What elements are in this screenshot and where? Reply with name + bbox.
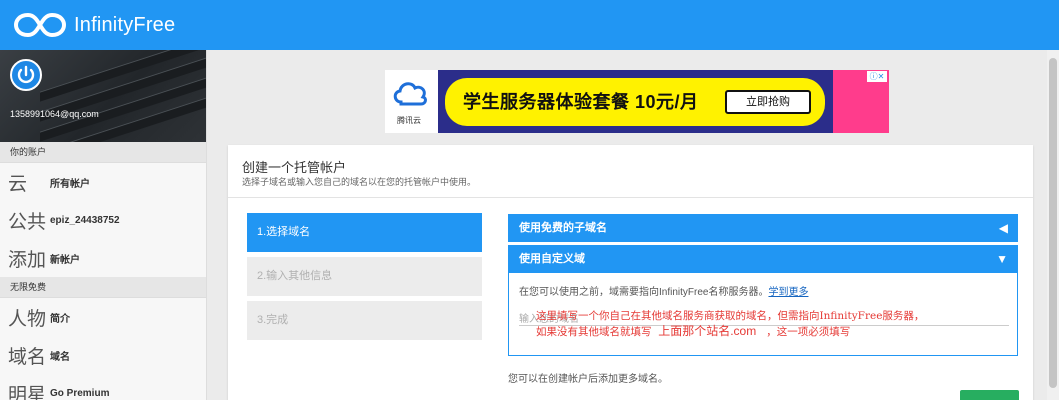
cloud-icon: 云	[8, 172, 28, 195]
power-icon	[17, 65, 35, 84]
top-navbar: InfinityFree	[0, 0, 1059, 50]
sidebar-item-label: 域名	[50, 351, 70, 363]
sidebar-item-label: 简介	[50, 313, 70, 325]
continue-button[interactable]	[960, 390, 1019, 400]
star-icon: 明星	[8, 383, 47, 400]
user-email: 1358991064@qq.com	[10, 109, 99, 119]
section-header-account: 你的账户	[0, 142, 206, 163]
sidebar-item-label: epiz_24438752	[50, 214, 120, 226]
tencent-cloud-logo-icon	[393, 82, 427, 106]
panel-title: 使用免费的子域名	[519, 222, 607, 234]
chevron-left-icon: ◀	[998, 221, 1008, 235]
sidebar-item-premium[interactable]: 明星 Go Premium	[0, 374, 206, 400]
panel-free-subdomain[interactable]: 使用免费的子域名 ◀	[508, 214, 1018, 242]
ad-brand-box: 腾讯云	[385, 70, 438, 133]
panel-title: 使用自定义域	[519, 253, 585, 265]
nameserver-info: 在您可以使用之前，域需要指向InfinityFree名称服务器。学到更多	[519, 287, 809, 298]
scrollbar-thumb[interactable]	[1049, 58, 1057, 388]
profile-banner: 1358991064@qq.com	[0, 50, 206, 142]
sidebar-item-label: 所有帐户	[50, 178, 90, 190]
red-annotation: 这里填写一个你自己在其他域名服务商获取的域名，但需指向InfinityFree服…	[536, 310, 925, 338]
scrollbar[interactable]	[1047, 50, 1059, 400]
sidebar-item-label: Go Premium	[50, 387, 110, 399]
sidebar-item-domains[interactable]: 域名 域名	[0, 336, 206, 374]
person-icon: 人物	[8, 307, 47, 330]
brand-name[interactable]: InfinityFree	[74, 14, 175, 37]
ad-buy-button[interactable]: 立即抢购	[725, 90, 811, 114]
add-icon: 添加	[8, 248, 47, 271]
sidebar-item-profile[interactable]: 人物 简介	[0, 298, 206, 336]
public-icon: 公共	[8, 210, 47, 233]
more-domains-note: 您可以在创建帐户后添加更多域名。	[508, 374, 668, 385]
learn-more-link[interactable]: 学到更多	[768, 287, 808, 298]
step-enter-info: 2.输入其他信息	[247, 257, 482, 296]
infinity-logo-icon[interactable]	[14, 11, 66, 39]
sidebar: 1358991064@qq.com 你的账户 云 所有帐户 公共 epiz_24…	[0, 50, 207, 400]
custom-domain-body: 在您可以使用之前，域需要指向InfinityFree名称服务器。学到更多 输入您…	[508, 273, 1018, 356]
divider	[228, 197, 1033, 198]
step-complete: 3.完成	[247, 301, 482, 340]
avatar[interactable]	[10, 59, 42, 91]
section-header-free: 无限免费	[0, 277, 206, 298]
create-account-card: 创建一个托管帐户 选择子域名或输入您自己的域名以在您的托管帐户中使用。 1.选择…	[228, 145, 1033, 400]
ad-headline: 学生服务器体验套餐 10元/月	[463, 92, 699, 112]
sidebar-item-account[interactable]: 公共 epiz_24438752	[0, 201, 206, 239]
page-title: 创建一个托管帐户	[242, 160, 347, 175]
page-subtitle: 选择子域名或输入您自己的域名以在您的托管帐户中使用。	[242, 177, 477, 187]
ad-close-icon[interactable]: ⓘ✕	[867, 71, 887, 82]
domain-icon: 域名	[8, 345, 47, 368]
ad-banner[interactable]: 腾讯云 学生服务器体验套餐 10元/月 立即抢购 ⓘ✕	[385, 70, 889, 133]
ad-brand-name: 腾讯云	[397, 116, 421, 125]
sidebar-item-label: 新帐户	[50, 254, 80, 266]
chevron-down-icon: ▼	[996, 252, 1008, 266]
panel-custom-domain[interactable]: 使用自定义域 ▼	[508, 245, 1018, 273]
sidebar-item-new-account[interactable]: 添加 新帐户	[0, 239, 206, 277]
step-choose-domain[interactable]: 1.选择域名	[247, 213, 482, 252]
sidebar-item-all-accounts[interactable]: 云 所有帐户	[0, 163, 206, 201]
